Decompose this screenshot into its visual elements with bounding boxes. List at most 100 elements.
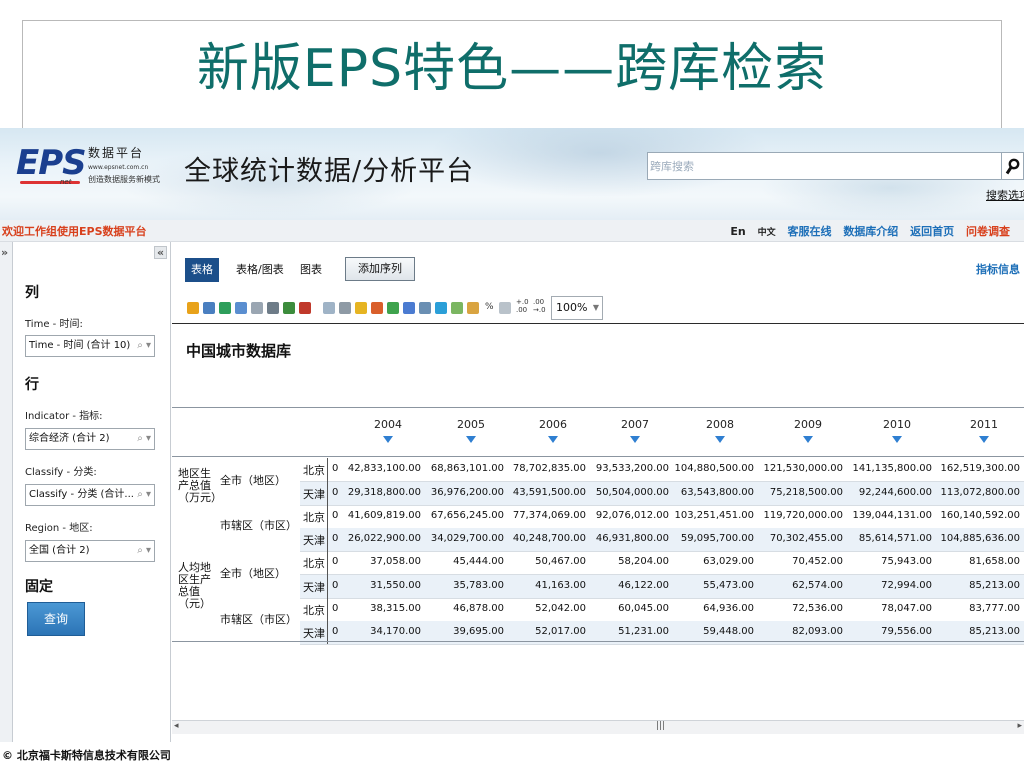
table-cell[interactable]: 64,936.00: [703, 603, 754, 614]
format-icon[interactable]: [467, 302, 479, 314]
column-dropdown-icon[interactable]: [803, 436, 813, 443]
table-cell[interactable]: 92,244,600.00: [859, 487, 932, 498]
table-cell[interactable]: 75,218,500.00: [770, 487, 843, 498]
select-search-icon[interactable]: ⌕ ▾: [137, 541, 151, 561]
table-cell[interactable]: 70,452.00: [792, 556, 843, 567]
table-cell[interactable]: 46,931,800.00: [596, 533, 669, 544]
table-cell[interactable]: 104,880,500.00: [674, 463, 754, 474]
table-cell[interactable]: 85,213.00: [969, 580, 1020, 591]
table-cell[interactable]: 82,093.00: [792, 626, 843, 637]
table-cell[interactable]: 42,833,100.00: [348, 463, 421, 474]
refresh-icon[interactable]: [219, 302, 231, 314]
table-cell[interactable]: 72,994.00: [881, 580, 932, 591]
table-cell[interactable]: 59,095,700.00: [681, 533, 754, 544]
table-cell[interactable]: 162,519,300.00: [940, 463, 1020, 474]
export-icon[interactable]: [187, 302, 199, 314]
table-cell[interactable]: 160,140,592.00: [940, 510, 1020, 521]
table-cell[interactable]: 103,251,451.00: [674, 510, 754, 521]
table-cell[interactable]: 29,318,800.00: [348, 487, 421, 498]
table-cell[interactable]: 85,614,571.00: [859, 533, 932, 544]
select-search-icon[interactable]: ⌕ ▾: [137, 429, 151, 449]
column-dropdown-icon[interactable]: [979, 436, 989, 443]
year-column-header[interactable]: 2007: [600, 418, 670, 431]
table-cell[interactable]: 37,058.00: [370, 556, 421, 567]
table-cell[interactable]: 34,029,700.00: [431, 533, 504, 544]
table-cell[interactable]: 77,374,069.00: [513, 510, 586, 521]
year-column-header[interactable]: 2005: [436, 418, 506, 431]
year-column-header[interactable]: 2011: [949, 418, 1019, 431]
table-cell[interactable]: 139,044,131.00: [852, 510, 932, 521]
time-select[interactable]: Time - 时间 (合计 10) ⌕ ▾: [25, 335, 155, 357]
decrease-decimal-icon[interactable]: .00 →.0: [533, 298, 546, 314]
expand-arrow-icon[interactable]: »: [1, 246, 8, 259]
column-dropdown-icon[interactable]: [630, 436, 640, 443]
table-cell[interactable]: 50,467.00: [535, 556, 586, 567]
thousands-separator-icon[interactable]: [499, 302, 511, 314]
table-cell[interactable]: 85,213.00: [969, 626, 1020, 637]
table-cell[interactable]: 50,504,000.00: [596, 487, 669, 498]
increase-decimal-icon[interactable]: +.0.00: [516, 298, 529, 314]
nav-link-survey[interactable]: 问卷调查: [966, 225, 1010, 238]
add-series-button[interactable]: 添加序列: [345, 257, 415, 281]
table-cell[interactable]: 63,543,800.00: [681, 487, 754, 498]
percent-icon[interactable]: %: [485, 302, 494, 312]
cross-db-search-input[interactable]: [647, 152, 1002, 180]
table-cell[interactable]: 34,170.00: [370, 626, 421, 637]
table-cell[interactable]: 52,017.00: [535, 626, 586, 637]
table-cell[interactable]: 92,076,012.00: [596, 510, 669, 521]
print-icon[interactable]: [267, 302, 279, 314]
table-cell[interactable]: 36,976,200.00: [431, 487, 504, 498]
search-button[interactable]: [1002, 152, 1024, 180]
tab-table-chart[interactable]: 表格/图表: [230, 258, 290, 282]
lang-cn-link[interactable]: 中文: [758, 228, 776, 238]
table-cell[interactable]: 58,204.00: [618, 556, 669, 567]
series-icon[interactable]: [435, 302, 447, 314]
classify-select[interactable]: Classify - 分类 (合计... ⌕ ▾: [25, 484, 155, 506]
compute-icon[interactable]: [451, 302, 463, 314]
table-cell[interactable]: 60,045.00: [618, 603, 669, 614]
year-column-header[interactable]: 2004: [353, 418, 423, 431]
tab-table[interactable]: 表格: [185, 258, 219, 282]
query-button[interactable]: 查询: [27, 602, 85, 636]
table-cell[interactable]: 78,702,835.00: [513, 463, 586, 474]
horizontal-scrollbar[interactable]: ◂ ||| ▸: [172, 720, 1024, 734]
scroll-left-icon[interactable]: ◂: [174, 721, 179, 731]
transpose-icon[interactable]: [323, 302, 335, 314]
scroll-grip-icon[interactable]: |||: [656, 721, 665, 731]
chart-icon[interactable]: [403, 302, 415, 314]
region-select[interactable]: 全国 (合计 2) ⌕ ▾: [25, 540, 155, 562]
indicator-info-link[interactable]: 指标信息: [976, 261, 1020, 277]
table-cell[interactable]: 104,885,636.00: [940, 533, 1020, 544]
table-cell[interactable]: 121,530,000.00: [763, 463, 843, 474]
table-cell[interactable]: 46,122.00: [618, 580, 669, 591]
table-cell[interactable]: 55,473.00: [703, 580, 754, 591]
table-cell[interactable]: 113,072,800.00: [940, 487, 1020, 498]
year-column-header[interactable]: 2010: [862, 418, 932, 431]
table-cell[interactable]: 75,943.00: [881, 556, 932, 567]
layout-icon[interactable]: [419, 302, 431, 314]
table-cell[interactable]: 62,574.00: [792, 580, 843, 591]
table-cell[interactable]: 83,777.00: [969, 603, 1020, 614]
table-cell[interactable]: 119,720,000.00: [763, 510, 843, 521]
scroll-right-icon[interactable]: ▸: [1017, 721, 1022, 731]
table-cell[interactable]: 59,448.00: [703, 626, 754, 637]
grid-icon[interactable]: [371, 302, 383, 314]
select-search-icon[interactable]: ⌕ ▾: [137, 485, 151, 505]
table-cell[interactable]: 93,533,200.00: [596, 463, 669, 474]
table-cell[interactable]: 26,022,900.00: [348, 533, 421, 544]
table-cell[interactable]: 68,863,101.00: [431, 463, 504, 474]
year-column-header[interactable]: 2009: [773, 418, 843, 431]
table-cell[interactable]: 31,550.00: [370, 580, 421, 591]
table-cell[interactable]: 63,029.00: [703, 556, 754, 567]
filter-icon[interactable]: [355, 302, 367, 314]
table-cell[interactable]: 78,047.00: [881, 603, 932, 614]
excel-icon[interactable]: [283, 302, 295, 314]
search-options-link[interactable]: 搜索选项: [986, 187, 1024, 203]
save-icon[interactable]: [203, 302, 215, 314]
nav-link-db-intro[interactable]: 数据库介绍: [843, 225, 898, 238]
year-column-header[interactable]: 2006: [518, 418, 588, 431]
outer-collapse-strip[interactable]: »: [0, 242, 13, 742]
calc-icon[interactable]: [387, 302, 399, 314]
table-cell[interactable]: 46,878.00: [453, 603, 504, 614]
nav-link-home[interactable]: 返回首页: [910, 225, 954, 238]
